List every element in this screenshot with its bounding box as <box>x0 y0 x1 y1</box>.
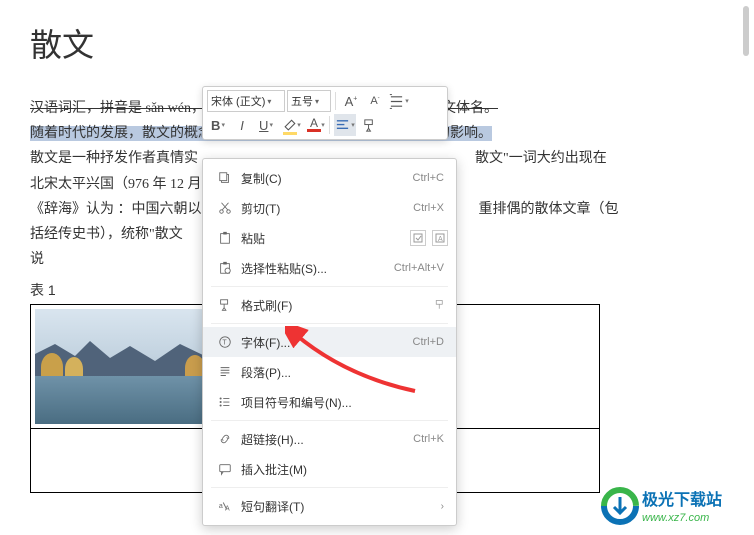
menu-paragraph[interactable]: 段落(P)... <box>203 357 456 387</box>
italic-button[interactable]: I <box>231 114 253 136</box>
text-strike-1: 汉语词汇，拼音是 sǎn wén， <box>30 101 205 116</box>
line-spacing-icon <box>389 94 404 109</box>
highlight-color-button[interactable]: ▾ <box>279 114 301 136</box>
format-painter-button[interactable] <box>358 114 380 136</box>
svg-text:T: T <box>222 340 227 347</box>
highlight-icon <box>283 116 298 131</box>
paste-option-2[interactable]: A <box>432 230 448 246</box>
format-painter-pin[interactable] <box>432 297 448 313</box>
menu-translate[interactable]: aA 短句翻译(T) › <box>203 491 456 521</box>
paste-special-icon <box>215 261 235 275</box>
font-size-select[interactable]: 五号▾ <box>287 90 331 112</box>
site-logo: 极光下载站 www.xz7.com <box>596 485 746 527</box>
bullets-icon <box>215 395 235 409</box>
context-menu: 复制(C) Ctrl+C 剪切(T) Ctrl+X 粘贴 A 选择性粘贴(S).… <box>202 158 457 526</box>
chevron-right-icon: › <box>441 501 444 512</box>
copy-icon <box>215 171 235 185</box>
font-color-button[interactable]: A▾ <box>303 114 325 136</box>
mini-format-toolbar: 宋体 (正文)▾ 五号▾ A+ A- ▾ B▾ I U▾ ▾ A▾ ▾ <box>202 86 448 140</box>
chevron-down-icon: ▾ <box>267 97 271 106</box>
comment-icon <box>215 462 235 476</box>
font-name-value: 宋体 (正文) <box>211 93 265 109</box>
menu-separator <box>211 420 448 421</box>
increase-font-button[interactable]: A+ <box>340 90 362 112</box>
menu-bullets[interactable]: 项目符号和编号(N)... <box>203 387 456 417</box>
doc-title: 散文 <box>30 0 734 96</box>
paste-icon <box>215 231 235 245</box>
separator <box>329 116 330 134</box>
text-strike-2: 文体名。 <box>442 101 498 116</box>
format-painter-icon <box>362 118 377 133</box>
menu-paste-special[interactable]: 选择性粘贴(S)... Ctrl+Alt+V <box>203 253 456 283</box>
font-size-value: 五号 <box>291 93 313 109</box>
logo-url: www.xz7.com <box>642 512 709 524</box>
menu-paste[interactable]: 粘贴 A <box>203 223 456 253</box>
menu-separator <box>211 323 448 324</box>
svg-text:a: a <box>219 503 223 510</box>
paste-options: A <box>410 230 448 246</box>
svg-text:A: A <box>225 505 230 512</box>
align-button[interactable]: ▾ <box>334 114 356 136</box>
menu-font[interactable]: T 字体(F)... Ctrl+D <box>203 327 456 357</box>
menu-separator <box>211 487 448 488</box>
svg-text:A: A <box>438 236 443 243</box>
font-icon: T <box>215 335 235 349</box>
menu-comment[interactable]: 插入批注(M) <box>203 454 456 484</box>
decrease-font-button[interactable]: A- <box>364 90 386 112</box>
paste-option-1[interactable] <box>410 230 426 246</box>
line-spacing-button[interactable]: ▾ <box>388 90 410 112</box>
vertical-scrollbar[interactable] <box>742 0 750 535</box>
align-icon <box>335 118 350 133</box>
menu-copy[interactable]: 复制(C) Ctrl+C <box>203 163 456 193</box>
logo-text: 极光下载站 <box>642 490 722 509</box>
cut-icon <box>215 201 235 215</box>
menu-separator <box>211 286 448 287</box>
underline-button[interactable]: U▾ <box>255 114 277 136</box>
separator <box>335 92 336 110</box>
chevron-down-icon: ▾ <box>315 97 319 106</box>
menu-format-painter[interactable]: 格式刷(F) <box>203 290 456 320</box>
menu-cut[interactable]: 剪切(T) Ctrl+X <box>203 193 456 223</box>
font-name-select[interactable]: 宋体 (正文)▾ <box>207 90 285 112</box>
format-painter-icon <box>215 298 235 312</box>
paragraph-icon <box>215 365 235 379</box>
bold-button[interactable]: B▾ <box>207 114 229 136</box>
link-icon <box>215 432 235 446</box>
translate-icon: aA <box>215 499 235 513</box>
scrollbar-thumb[interactable] <box>743 6 749 56</box>
menu-hyperlink[interactable]: 超链接(H)... Ctrl+K <box>203 424 456 454</box>
